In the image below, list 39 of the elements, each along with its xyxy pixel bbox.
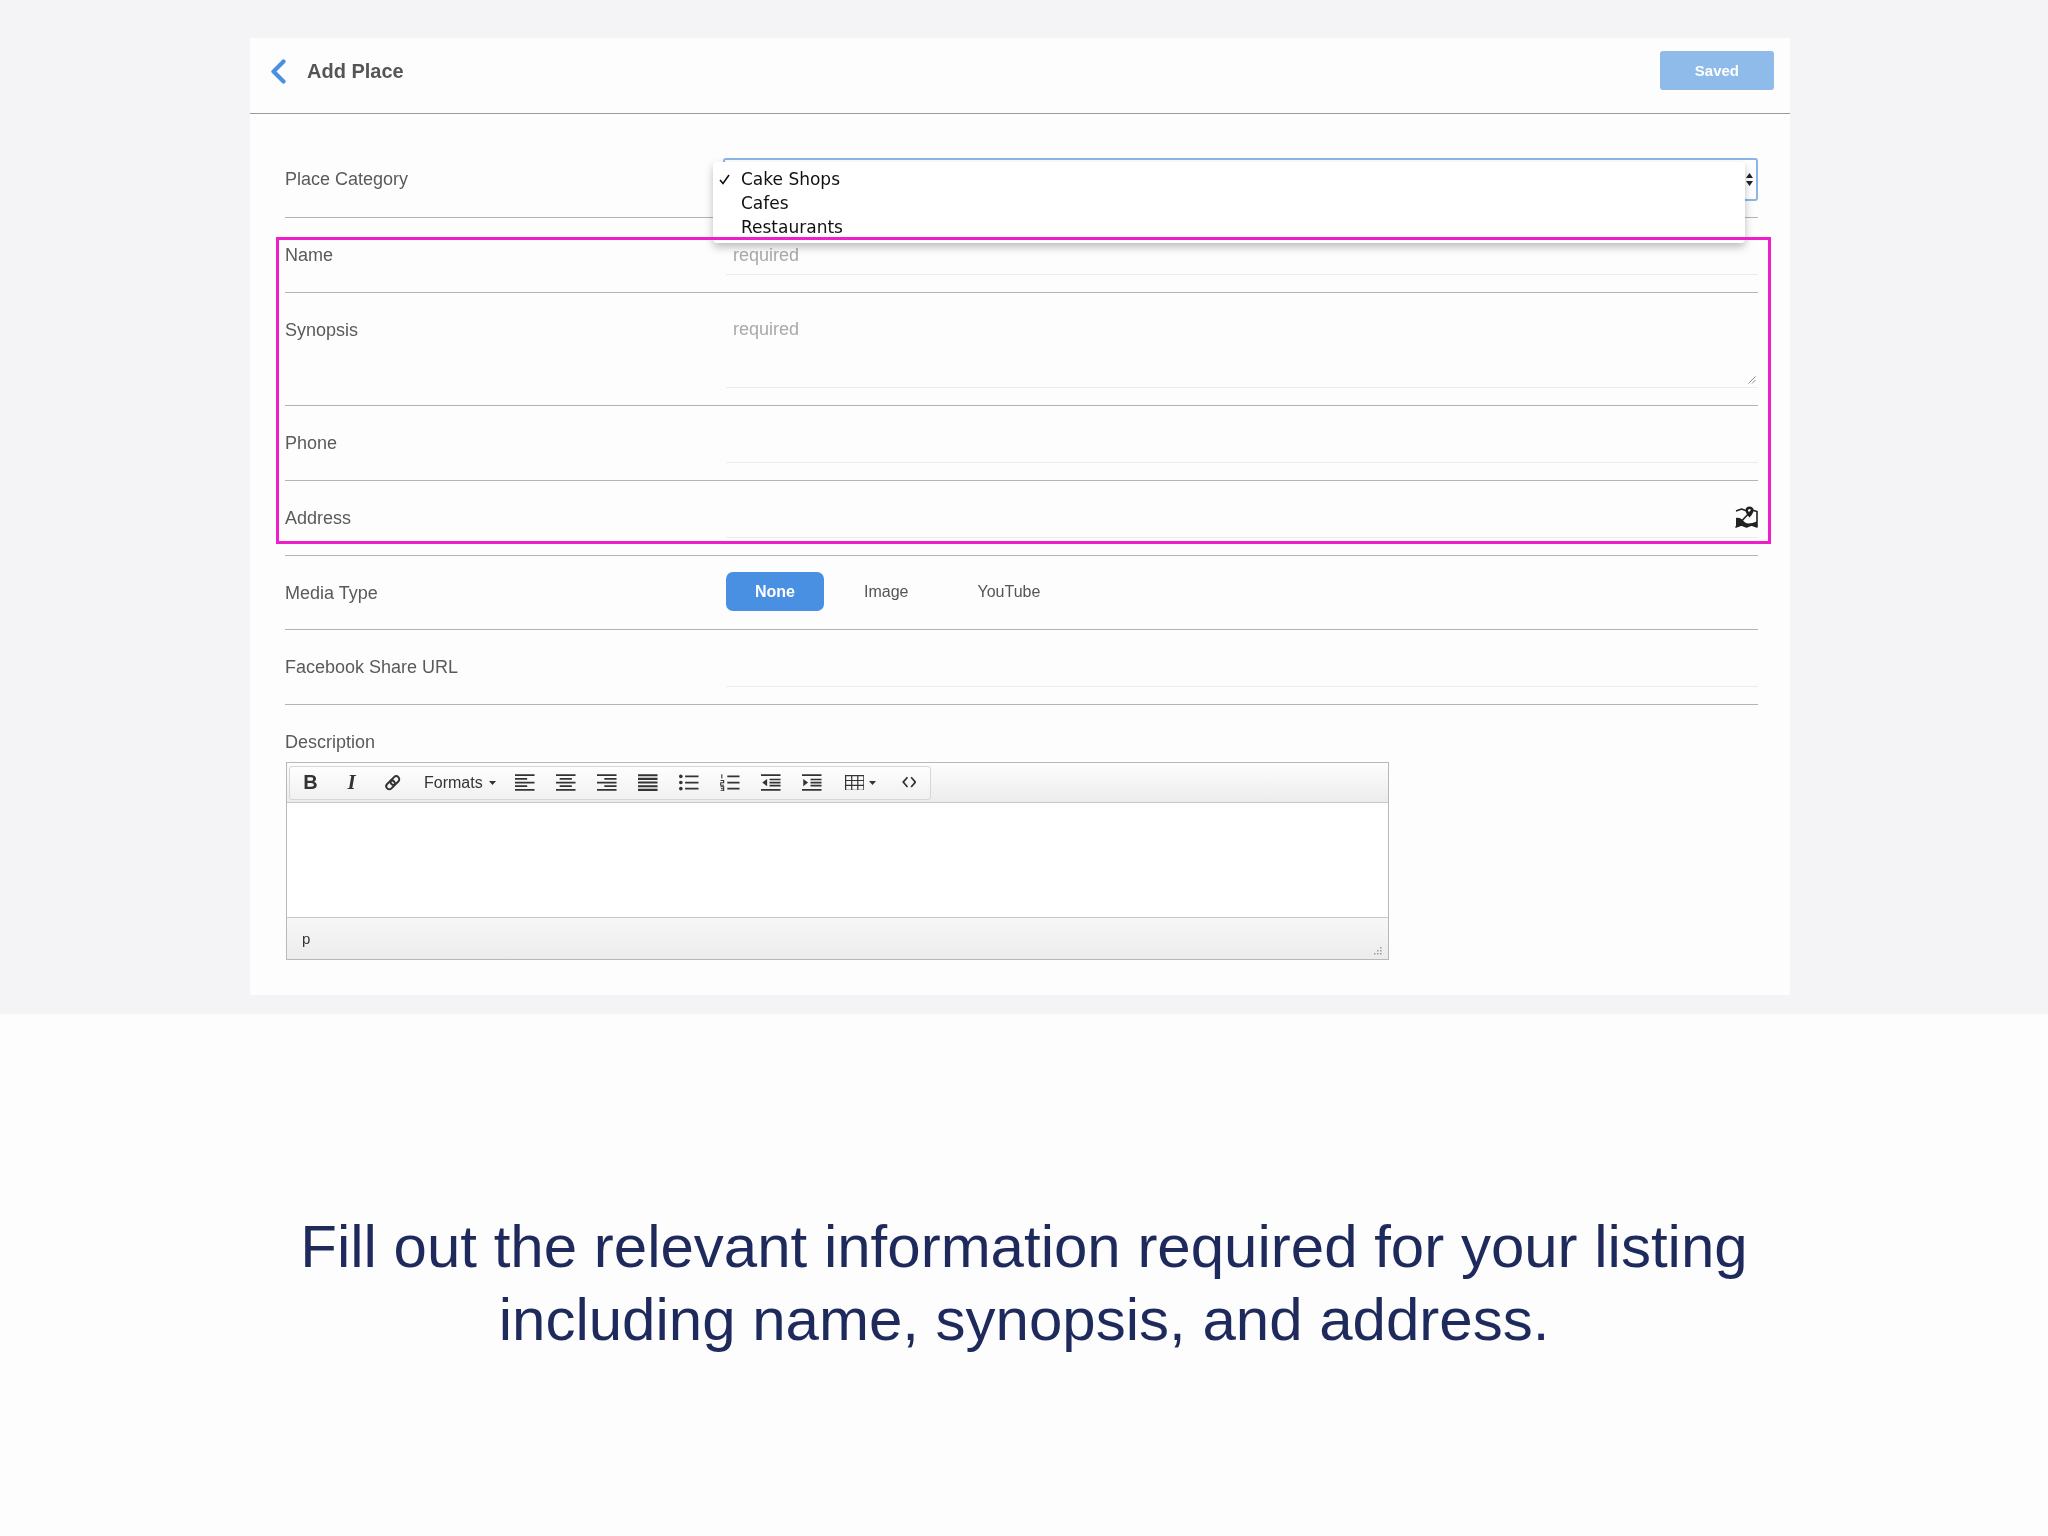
dropdown-option[interactable]: Cafes (713, 193, 1745, 213)
outdent-icon (761, 773, 781, 792)
field-label: Address (285, 507, 352, 529)
formats-dropdown[interactable]: Formats (413, 766, 505, 799)
italic-button[interactable]: I (331, 766, 372, 799)
align-center-icon (556, 773, 576, 792)
caption-text: Fill out the relevant information required for your listing including name, synopsis, and address. (299, 1212, 1749, 1355)
textarea-field[interactable]: required (726, 306, 1758, 388)
bold-button[interactable]: B (290, 766, 331, 799)
field-label: Facebook Share URL (285, 656, 459, 678)
table-icon (844, 774, 865, 791)
link-icon (382, 772, 403, 793)
caret-icon (488, 780, 496, 785)
field-label: Synopsis (285, 319, 359, 341)
dropdown-option[interactable]: Restaurants (713, 217, 1745, 237)
element-path[interactable]: p (302, 930, 311, 947)
indent-icon (802, 773, 822, 792)
select-arrows-icon (1746, 173, 1753, 186)
resize-grip-icon[interactable] (1373, 946, 1382, 955)
justify-icon (638, 773, 658, 792)
caret-icon (869, 780, 877, 785)
text-input[interactable]: required (726, 244, 1758, 275)
media-type-option[interactable]: YouTube (948, 572, 1070, 611)
field-label: Place Category (285, 168, 409, 190)
align-right-icon (597, 773, 617, 792)
back-chevron-icon[interactable] (270, 58, 287, 84)
bullet-list-icon (679, 773, 699, 792)
resize-grip-icon[interactable] (1748, 376, 1756, 384)
field-label: Media Type (285, 582, 378, 604)
page-title: Add Place (307, 59, 404, 84)
align-left-icon (515, 773, 535, 792)
field-label: Phone (285, 432, 338, 454)
code-icon (901, 776, 917, 789)
media-type-option[interactable]: Image (835, 572, 938, 611)
numbered-list-icon (720, 773, 740, 792)
field-label: Name (285, 244, 333, 266)
map-pin-icon[interactable] (1735, 506, 1758, 528)
dropdown-option[interactable]: Cake Shops (713, 169, 1745, 189)
field-label: Description (285, 731, 376, 753)
